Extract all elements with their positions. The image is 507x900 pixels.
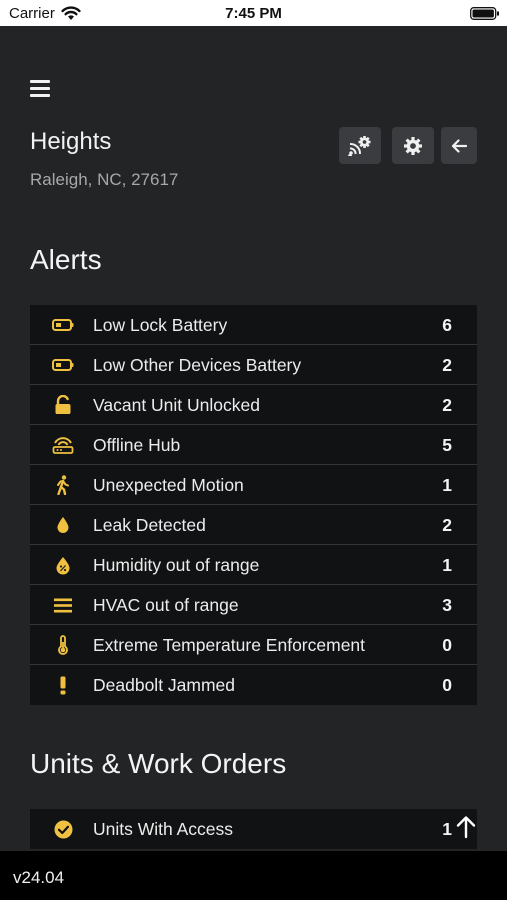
alert-row-offline-hub[interactable]: Offline Hub 5 [30, 425, 477, 465]
settings-button[interactable] [392, 127, 434, 164]
alert-label: Low Other Devices Battery [93, 355, 302, 375]
alert-row-extreme-temperature-enforcement[interactable]: Extreme Temperature Enforcement 0 [30, 625, 477, 665]
alert-label: Vacant Unit Unlocked [93, 395, 260, 415]
alert-count: 1 [442, 475, 452, 495]
alert-row-vacant-unit-unlocked[interactable]: Vacant Unit Unlocked 2 [30, 385, 477, 425]
alert-label: Low Lock Battery [93, 315, 228, 335]
footer-bar: v24.04 [0, 851, 507, 900]
alert-label: Offline Hub [93, 435, 181, 455]
battery-icon [470, 7, 499, 20]
gear-icon [404, 136, 422, 155]
units-list: Units With Access 1 [30, 809, 477, 849]
alert-row-low-other-devices-battery[interactable]: Low Other Devices Battery 2 [30, 345, 477, 385]
units-label: Units With Access [93, 819, 234, 839]
battery-low-icon [52, 355, 74, 375]
alert-count: 1 [442, 555, 452, 575]
hvac-lines-icon [52, 595, 74, 615]
battery-low-icon [52, 315, 74, 335]
alert-label: Leak Detected [93, 515, 206, 535]
units-row-units-with-access[interactable]: Units With Access 1 [30, 809, 477, 849]
walking-person-icon [52, 475, 74, 495]
alert-label: Extreme Temperature Enforcement [93, 635, 366, 655]
alert-count: 2 [442, 355, 452, 375]
exclamation-icon [52, 675, 74, 695]
water-drop-icon [52, 515, 74, 535]
alert-count: 6 [442, 315, 452, 335]
menu-icon-line [30, 94, 50, 97]
alert-count: 0 [442, 635, 452, 655]
alert-row-humidity-out-of-range[interactable]: Humidity out of range 1 [30, 545, 477, 585]
status-time: 7:45 PM [225, 5, 282, 22]
humidity-icon [52, 555, 74, 575]
alert-row-low-lock-battery[interactable]: Low Lock Battery 6 [30, 305, 477, 345]
status-bar: Carrier 7:45 PM [0, 0, 507, 26]
menu-icon-line [30, 80, 50, 83]
property-address: Raleigh, NC, 27617 [30, 170, 179, 189]
alert-row-hvac-out-of-range[interactable]: HVAC out of range 3 [30, 585, 477, 625]
units-work-orders-title: Units & Work Orders [30, 748, 287, 779]
alert-label: Deadbolt Jammed [93, 675, 236, 695]
device-settings-button[interactable] [339, 127, 381, 164]
alert-count: 5 [442, 435, 452, 455]
alert-row-leak-detected[interactable]: Leak Detected 2 [30, 505, 477, 545]
app-version: v24.04 [13, 868, 65, 887]
alert-row-unexpected-motion[interactable]: Unexpected Motion 1 [30, 465, 477, 505]
thermometer-icon [52, 635, 74, 655]
alert-label: Unexpected Motion [93, 475, 244, 495]
alert-count: 2 [442, 395, 452, 415]
signal-gear-icon [348, 135, 371, 156]
menu-icon-line [30, 87, 50, 90]
alert-count: 3 [442, 595, 452, 615]
alerts-list: Low Lock Battery 6 Low Other Devices Bat… [30, 305, 477, 705]
alert-row-deadbolt-jammed[interactable]: Deadbolt Jammed 0 [30, 665, 477, 705]
alerts-title: Alerts [30, 244, 102, 275]
scroll-to-top-arrow-icon[interactable] [455, 815, 477, 839]
alert-count: 0 [442, 675, 452, 695]
check-circle-icon [52, 819, 74, 839]
alert-label: HVAC out of range [93, 595, 239, 615]
menu-button[interactable] [30, 80, 50, 97]
property-name: Heights [30, 128, 112, 155]
units-count: 1 [442, 819, 452, 839]
alert-count: 2 [442, 515, 452, 535]
arrow-left-icon [451, 138, 467, 153]
lock-open-icon [52, 395, 74, 415]
back-button[interactable] [441, 127, 477, 164]
hub-icon [52, 435, 74, 455]
alert-label: Humidity out of range [93, 555, 260, 575]
